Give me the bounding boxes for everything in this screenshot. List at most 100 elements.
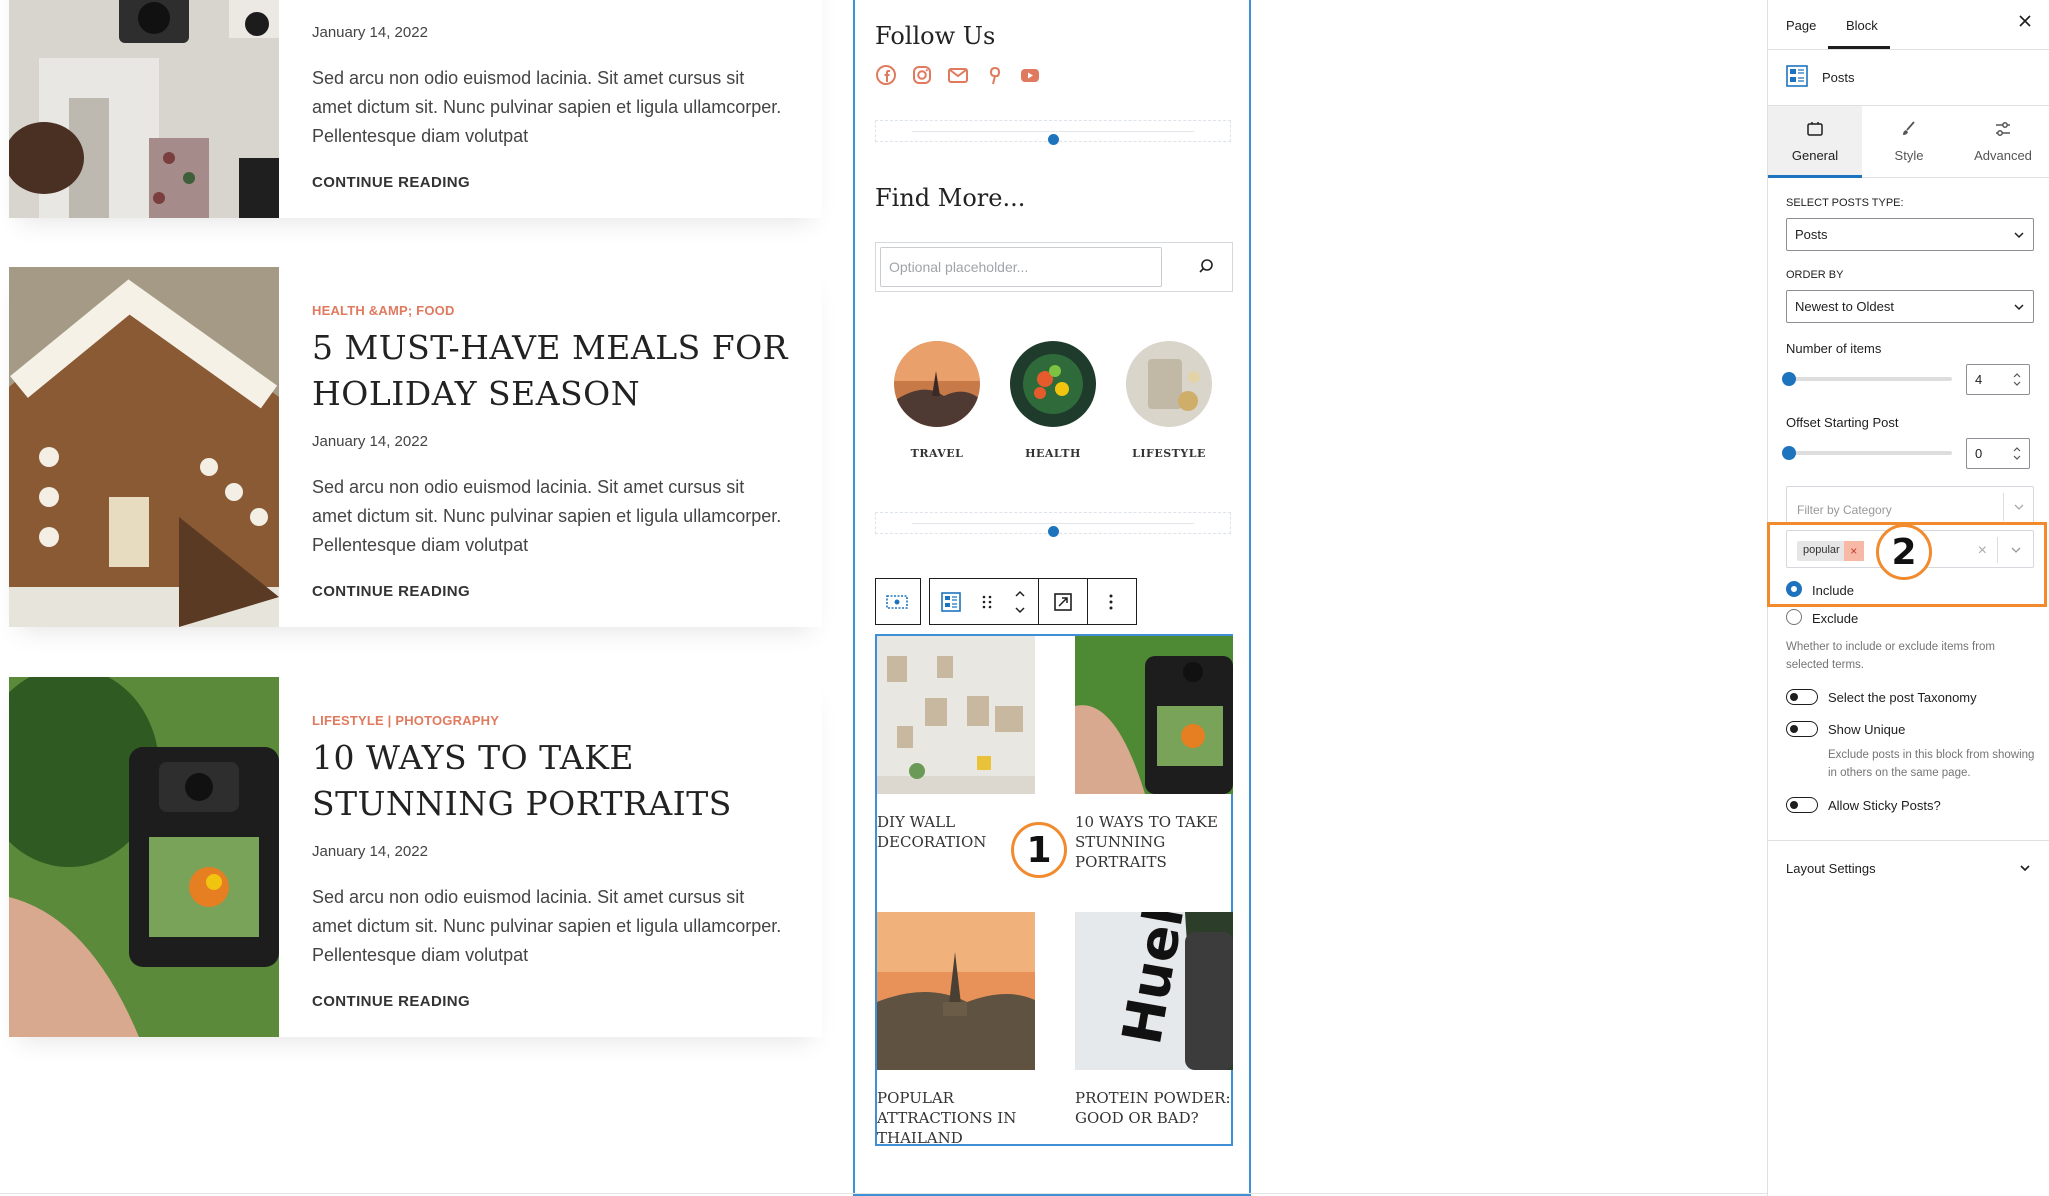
offset-label: Offset Starting Post	[1786, 415, 1899, 430]
sticky-posts-label: Allow Sticky Posts?	[1828, 798, 1941, 813]
order-by-label: ORDER BY	[1786, 269, 1844, 281]
chevron-down-icon	[2013, 229, 2025, 241]
pinterest-icon[interactable]	[983, 64, 1005, 86]
category-label-travel[interactable]: TRAVEL	[882, 447, 992, 460]
exclude-label: Exclude	[1812, 611, 1859, 626]
move-up-down-icon[interactable]	[1002, 579, 1038, 624]
tab-style-label: Style	[1894, 148, 1924, 163]
tab-advanced-label: Advanced	[1974, 148, 2032, 163]
continue-reading-link[interactable]: CONTINUE READING	[312, 583, 470, 600]
youtube-icon[interactable]	[1019, 64, 1041, 86]
change-alignment-icon[interactable]	[1039, 579, 1087, 624]
tab-block[interactable]: Block	[1846, 18, 1878, 33]
tab-style[interactable]: Style	[1862, 106, 1956, 178]
layout-settings-panel[interactable]: Layout Settings	[1768, 840, 2049, 894]
grid-post-image-protein[interactable]: Huel	[1075, 912, 1233, 1070]
offset-input[interactable]: 0	[1966, 438, 2030, 469]
mail-icon[interactable]	[947, 64, 969, 86]
continue-reading-link[interactable]: CONTINUE READING	[312, 993, 470, 1010]
spacer-block[interactable]	[875, 120, 1231, 145]
block-card: Posts	[1768, 50, 2049, 106]
sliders-icon	[1994, 120, 2012, 138]
posts-type-value: Posts	[1795, 227, 1828, 242]
follow-us-title: Follow Us	[875, 22, 996, 50]
grid-post-title[interactable]: PROTEIN POWDER: GOOD OR BAD?	[1075, 1088, 1235, 1128]
filter-by-category-select[interactable]: Filter by Category	[1786, 486, 2034, 524]
continue-reading-link[interactable]: CONTINUE READING	[312, 174, 470, 191]
post-thumbnail-camera-flatlay[interactable]	[9, 0, 279, 218]
show-unique-toggle[interactable]	[1786, 721, 1818, 737]
sticky-posts-toggle[interactable]	[1786, 797, 1818, 813]
post-title[interactable]: 10 WAYS TO TAKE STUNNING PORTRAITS	[312, 735, 812, 827]
category-label-health[interactable]: HEALTH	[998, 447, 1108, 460]
facebook-icon[interactable]	[875, 64, 897, 86]
number-of-items-slider[interactable]	[1782, 372, 1952, 386]
post-category[interactable]: HEALTH &AMP; FOOD	[312, 303, 455, 318]
annotation-badge-2: 2	[1876, 524, 1932, 580]
search-icon[interactable]	[1194, 255, 1218, 279]
find-more-title: Find More...	[875, 184, 1026, 212]
post-date: January 14, 2022	[312, 433, 428, 450]
tab-general-label: General	[1791, 148, 1839, 163]
post-card-2: HEALTH &AMP; FOOD 5 MUST-HAVE MEALS FOR …	[9, 267, 822, 627]
search-block	[875, 242, 1233, 292]
block-toolbar	[929, 578, 1137, 625]
post-thumbnail-camera-hand[interactable]	[9, 677, 279, 1037]
spacer-block[interactable]	[875, 512, 1231, 537]
category-image-health[interactable]	[1010, 341, 1096, 427]
posts-grid-block[interactable]: DIY WALL DECORATION 10 WAYS TO TAKE STUN…	[875, 634, 1235, 1148]
category-image-travel[interactable]	[894, 341, 980, 427]
general-tab-icon	[1806, 120, 1824, 138]
post-date: January 14, 2022	[312, 24, 428, 41]
grid-post-title[interactable]: POPULAR ATTRACTIONS IN THAILAND	[877, 1088, 1037, 1148]
active-tab-indicator	[1828, 46, 1890, 49]
inspector-subtabs: General Style Advanced	[1768, 106, 2049, 178]
grid-post-image-diy-wall[interactable]	[877, 636, 1035, 794]
slider-thumb[interactable]	[1782, 372, 1796, 386]
post-date: January 14, 2022	[312, 843, 428, 860]
grid-post-image-thailand[interactable]	[877, 912, 1035, 1070]
instagram-icon[interactable]	[911, 64, 933, 86]
parent-block-icon[interactable]	[876, 579, 918, 624]
post-category[interactable]: LIFESTYLE | PHOTOGRAPHY	[312, 713, 499, 728]
post-excerpt: Sed arcu non odio euismod lacinia. Sit a…	[312, 68, 782, 146]
number-of-items-input[interactable]: 4	[1966, 364, 2030, 395]
filter-placeholder: Filter by Category	[1797, 503, 1892, 517]
parent-block-button[interactable]	[875, 578, 921, 625]
more-options-icon[interactable]	[1088, 579, 1134, 624]
spacer-line	[912, 523, 1194, 524]
stepper-arrows-icon[interactable]	[2011, 371, 2023, 388]
category-label-lifestyle[interactable]: LIFESTYLE	[1114, 447, 1224, 460]
search-input[interactable]	[880, 247, 1162, 287]
social-icons	[875, 64, 1041, 86]
post-taxonomy-toggle[interactable]	[1786, 689, 1818, 705]
post-card-1: January 14, 2022 Sed arcu non odio euism…	[9, 0, 822, 218]
post-taxonomy-label: Select the post Taxonomy	[1828, 690, 1977, 705]
stepper-arrows-icon[interactable]	[2011, 445, 2023, 462]
tab-page[interactable]: Page	[1786, 18, 1816, 33]
post-thumbnail-gingerbread[interactable]	[9, 267, 279, 627]
layout-settings-label: Layout Settings	[1786, 861, 1876, 876]
drag-handle-icon[interactable]	[972, 579, 1002, 624]
spacer-resize-handle[interactable]	[1048, 526, 1059, 537]
number-of-items-label: Number of items	[1786, 341, 1882, 356]
posts-block-icon[interactable]	[930, 579, 972, 624]
tab-advanced[interactable]: Advanced	[1956, 106, 2049, 178]
close-icon[interactable]	[2018, 14, 2032, 28]
tab-general[interactable]: General	[1768, 106, 1862, 178]
grid-post-image-camera[interactable]	[1075, 636, 1233, 794]
grid-post-title[interactable]: 10 WAYS TO TAKE STUNNING PORTRAITS	[1075, 812, 1235, 872]
posts-type-select[interactable]: Posts	[1786, 218, 2034, 251]
brush-icon	[1900, 120, 1918, 138]
category-image-lifestyle[interactable]	[1126, 341, 1212, 427]
toggle-knob	[1790, 725, 1798, 733]
posts-block-icon	[1786, 65, 1808, 92]
post-excerpt: Sed arcu non odio euismod lacinia. Sit a…	[312, 477, 782, 555]
offset-slider[interactable]	[1782, 446, 1952, 460]
sidebar-column[interactable]: Follow Us Find More... T	[853, 0, 1251, 1196]
order-by-select[interactable]: Newest to Oldest	[1786, 290, 2034, 323]
post-title[interactable]: 5 MUST-HAVE MEALS FOR HOLIDAY SEASON	[312, 325, 812, 417]
spacer-resize-handle[interactable]	[1048, 134, 1059, 145]
slider-thumb[interactable]	[1782, 446, 1796, 460]
exclude-radio[interactable]	[1786, 609, 1802, 625]
